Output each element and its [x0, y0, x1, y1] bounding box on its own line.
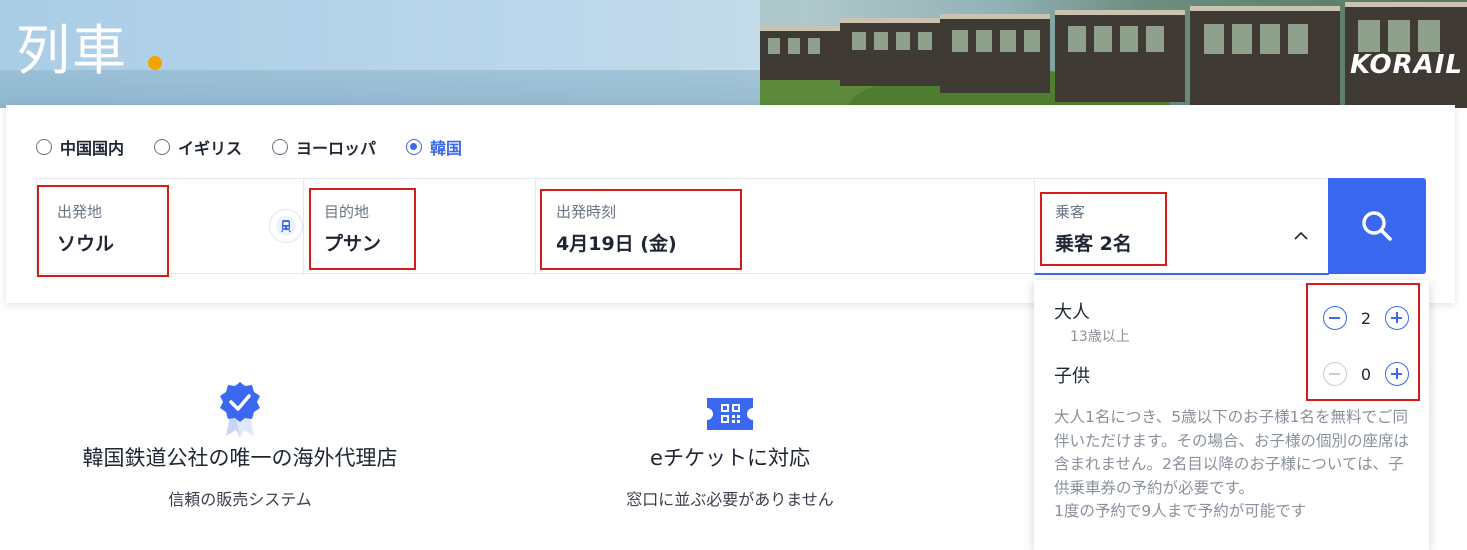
passenger-field[interactable]: 乗客 乗客 2名 — [1034, 179, 1329, 275]
radio-circle[interactable] — [406, 139, 423, 155]
verified-badge-icon — [220, 382, 260, 438]
adult-count: 2 — [1360, 308, 1372, 328]
search-row: 出発地 ソウル 目的地 プサン 出発時刻 4月19日 (金) 乗客 乗客 2名 — [36, 178, 1426, 275]
passenger-value[interactable]: 乗客 2名 — [1055, 229, 1132, 256]
region-radio-china[interactable]: 中国国内 — [36, 135, 124, 159]
chevron-up-icon[interactable] — [1293, 231, 1309, 241]
adult-stepper: 2 — [1323, 306, 1409, 330]
region-radio-europe[interactable]: ヨーロッパ — [272, 135, 376, 159]
feature-official-agent: 韓国鉄道公社の唯一の海外代理店 信頼の販売システム — [70, 380, 410, 510]
hero-banner: 列車 KORAIL — [0, 0, 1467, 108]
adult-increase-button[interactable] — [1385, 306, 1409, 330]
destination-field[interactable]: 目的地 プサン — [303, 179, 535, 275]
departure-value[interactable]: ソウル — [57, 229, 114, 256]
passenger-dropdown: 大人 13歳以上 2 子供 0 大人1名につき、5歳以下のお子様1名を無料でご同… — [1034, 280, 1429, 550]
destination-value[interactable]: プサン — [324, 229, 381, 256]
child-policy-text: 大人1名につき、5歳以下のお子様1名を無料でご同伴いただけます。その場合、お子様… — [1054, 408, 1409, 497]
title-accent-dot — [148, 56, 162, 70]
feature-title: 韓国鉄道公社の唯一の海外代理店 — [82, 446, 398, 470]
departure-field[interactable]: 出発地 ソウル — [37, 179, 303, 275]
search-icon — [1362, 211, 1392, 241]
radio-circle[interactable] — [272, 139, 289, 155]
date-value[interactable]: 4月19日 (金) — [556, 229, 677, 256]
page-title: 列車 — [16, 19, 128, 82]
child-count: 0 — [1360, 364, 1372, 384]
date-label: 出発時刻 — [556, 203, 617, 221]
date-field[interactable]: 出発時刻 4月19日 (金) — [535, 179, 1034, 275]
child-policy-note: 大人1名につき、5歳以下のお子様1名を無料でご同伴いただけます。その場合、お子様… — [1054, 406, 1414, 524]
swap-stations-button[interactable] — [269, 209, 303, 243]
child-decrease-button[interactable] — [1323, 362, 1347, 386]
region-label: 韓国 — [430, 139, 463, 158]
region-tabs: 中国国内 イギリス ヨーロッパ 韓国 — [36, 135, 462, 159]
region-radio-korea[interactable]: 韓国 — [406, 135, 462, 159]
child-increase-button[interactable] — [1385, 362, 1409, 386]
korail-logo: KORAIL — [1350, 50, 1463, 80]
radio-circle[interactable] — [36, 139, 52, 155]
passenger-label: 乗客 — [1055, 203, 1086, 221]
qr-ticket-icon — [707, 398, 753, 430]
departure-label: 出発地 — [57, 203, 103, 221]
train-swap-icon — [276, 216, 296, 236]
region-label: ヨーロッパ — [296, 139, 377, 158]
child-row: 子供 0 — [1054, 362, 1409, 388]
destination-label: 目的地 — [324, 203, 370, 221]
child-stepper: 0 — [1323, 362, 1409, 386]
booking-limit-text: 1度の予約で9人まで予約が可能です — [1054, 502, 1307, 520]
adult-row: 大人 13歳以上 2 — [1054, 298, 1409, 346]
feature-eticket: eチケットに対応 窓口に並ぶ必要がありません — [610, 380, 850, 510]
feature-title: eチケットに対応 — [650, 446, 810, 470]
feature-subtitle: 窓口に並ぶ必要がありません — [626, 490, 834, 509]
adult-decrease-button[interactable] — [1323, 306, 1347, 330]
radio-circle[interactable] — [154, 139, 171, 155]
region-radio-uk[interactable]: イギリス — [154, 135, 242, 159]
region-label: イギリス — [178, 139, 243, 158]
search-card: 中国国内 イギリス ヨーロッパ 韓国 出発地 ソウル 目的地 プサン 出発時刻 … — [6, 105, 1455, 303]
region-label: 中国国内 — [60, 139, 125, 158]
feature-subtitle: 信頼の販売システム — [168, 490, 312, 509]
search-button[interactable] — [1328, 178, 1426, 274]
